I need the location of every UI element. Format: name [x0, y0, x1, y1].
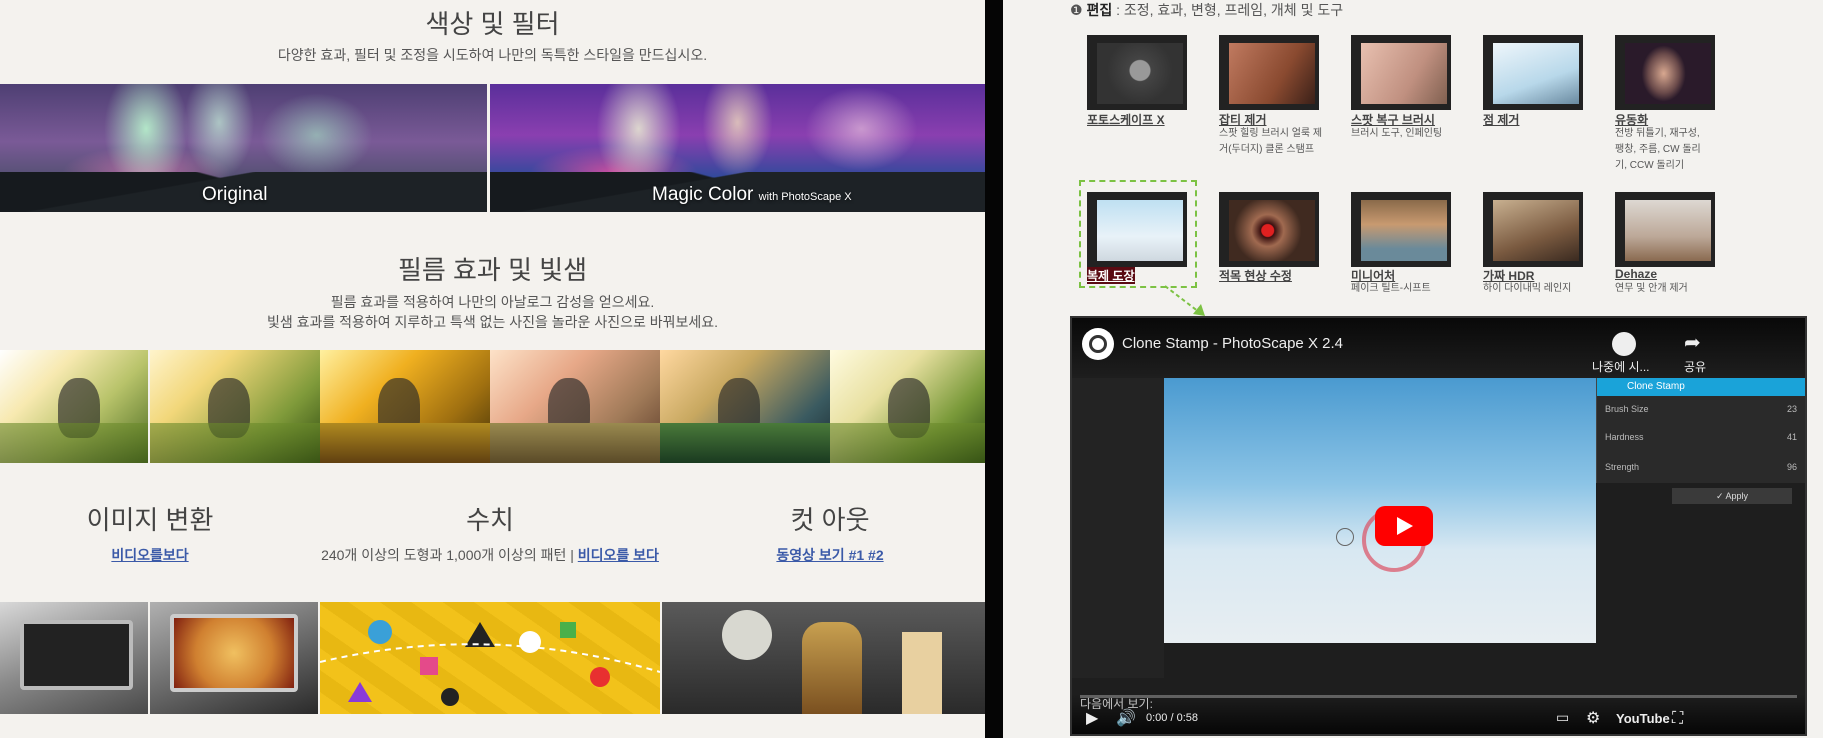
share-label[interactable]: 공유: [1684, 358, 1706, 375]
hardness-label: Hardness: [1605, 432, 1644, 442]
tool-link-red-eye-fix[interactable]: 적목 현상 수정: [1219, 267, 1292, 284]
tool-link-dehaze[interactable]: Dehaze: [1615, 267, 1657, 281]
watch-later-clock-icon[interactable]: [1612, 332, 1636, 356]
tool-desc-dehaze: 연무 및 안개 제거: [1615, 283, 1688, 294]
tool-link-photoscape-x[interactable]: 포토스케이프 X: [1087, 111, 1165, 128]
subtitles-icon[interactable]: ▭: [1556, 709, 1569, 726]
breadcrumb: ❶ 편집 : 조정, 효과, 변형, 프레임, 개체 및 도구: [1070, 2, 1344, 18]
thumb-blemish-removal[interactable]: [1219, 35, 1319, 110]
tool-desc-spot-healing-brush: 브러시 도구, 인페인팅: [1351, 128, 1443, 139]
clone-stamp-panel: Clone Stamp Brush Size 23 Hardness 41 St…: [1596, 378, 1805, 483]
column-title-shapes: 수치: [466, 505, 514, 535]
apply-button: ✓ Apply: [1672, 488, 1792, 504]
watch-videos-link[interactable]: 동영상 보기 #1 #2: [776, 547, 883, 563]
video-progress-bar[interactable]: [1080, 695, 1797, 698]
section-title-film-effects: 필름 효과 및 빛샘: [397, 255, 588, 285]
edit-tools-page: ❶ 편집 : 조정, 효과, 변형, 프레임, 개체 및 도구 포토스케이프 X…: [1003, 0, 1823, 738]
cutout-collage-image: [662, 602, 985, 714]
tool-desc-miniature: 페이크 틸트-시프트: [1351, 283, 1431, 294]
video-time: 0:00 / 0:58: [1146, 712, 1198, 724]
section-text-film-line2: 빛샘 효과를 적용하여 지루하고 특색 없는 사진을 놀라운 사진으로 바꿔보세…: [266, 314, 719, 330]
column-text-shapes: 240개 이상의 도형과 1,000개 이상의 패턴 | 비디오를 보다: [321, 547, 659, 563]
brush-size-label: Brush Size: [1605, 404, 1649, 414]
shapes-pattern-image: [320, 602, 660, 714]
caption-magic-color: Magic Color with PhotoScape X: [652, 184, 852, 205]
film-sample-image: [150, 350, 320, 463]
section-text-film-line1: 필름 효과를 적용하여 나만의 아날로그 감성을 얻으세요.: [330, 294, 655, 310]
watch-video-link[interactable]: 비디오를보다: [111, 547, 188, 563]
thumb-fake-hdr[interactable]: [1483, 192, 1583, 267]
video-title[interactable]: Clone Stamp - PhotoScape X 2.4: [1122, 335, 1343, 352]
clone-source-crosshair: [1336, 528, 1354, 546]
tool-link-clone-stamp[interactable]: 복제 도장: [1087, 267, 1135, 284]
info-icon: ❶: [1070, 2, 1083, 18]
thumb-spot-removal[interactable]: [1483, 35, 1583, 110]
film-sample-image: [0, 350, 148, 463]
column-link-wrap: 동영상 보기 #1 #2: [740, 545, 920, 565]
section-subtitle-color-filters: 다양한 효과, 필터 및 조정을 시도하여 나만의 독특한 스타일을 만드십시오…: [277, 47, 708, 63]
section-title-color-filters: 색상 및 필터: [425, 9, 560, 39]
tool-desc-fake-hdr: 하이 다이내믹 레인지: [1483, 283, 1572, 294]
share-arrow-icon[interactable]: ➦: [1684, 330, 1701, 355]
brush-size-value: 23: [1787, 404, 1798, 414]
settings-gear-icon[interactable]: ⚙: [1586, 708, 1600, 728]
film-sample-image: [320, 350, 490, 463]
channel-avatar[interactable]: [1082, 328, 1114, 360]
thumb-liquify[interactable]: [1615, 35, 1715, 110]
volume-icon[interactable]: 🔊: [1116, 708, 1136, 728]
column-title-cutout: 컷 아웃: [790, 505, 870, 535]
column-link-wrap: 비디오를보다: [60, 545, 240, 565]
photoscape-features-page: 색상 및 필터 다양한 효과, 필터 및 조정을 시도하여 나만의 독특한 스타…: [0, 0, 985, 738]
thumb-miniature[interactable]: [1351, 192, 1451, 267]
fullscreen-icon[interactable]: ⛶: [1672, 710, 1683, 728]
app-left-margin: [1072, 378, 1164, 678]
window-divider: [985, 0, 1003, 738]
dashed-arrow-connector: [1164, 285, 1205, 316]
tool-link-spot-removal[interactable]: 점 제거: [1483, 111, 1519, 128]
thumb-photoscape-x[interactable]: [1087, 35, 1187, 110]
film-sample-image: [660, 350, 830, 463]
aurora-original-image: Original: [0, 84, 487, 212]
laptop-ios-image: [0, 602, 148, 714]
aurora-magic-color-image: Magic Color with PhotoScape X: [490, 84, 985, 212]
youtube-play-button[interactable]: [1375, 506, 1433, 546]
film-sample-image: [490, 350, 660, 463]
film-sample-image: [830, 350, 985, 463]
watch-video-link[interactable]: 비디오를 보다: [578, 547, 659, 563]
strength-label: Strength: [1605, 462, 1640, 472]
tool-desc-blemish-removal: 스팟 힐링 브러시 얼룩 제거(두더지) 클론 스탬프: [1219, 128, 1323, 155]
caption-original: Original: [202, 184, 268, 205]
watch-later-label[interactable]: 나중에 시...: [1592, 358, 1650, 375]
thumb-clone-stamp[interactable]: [1087, 192, 1187, 267]
youtube-logo[interactable]: YouTube: [1616, 711, 1670, 726]
strength-value: 96: [1787, 462, 1798, 472]
play-icon[interactable]: ▶: [1086, 708, 1098, 728]
laptop-pizza-image: [150, 602, 318, 714]
thumb-spot-healing-brush[interactable]: [1351, 35, 1451, 110]
panel-title: Clone Stamp: [1597, 378, 1805, 396]
thumb-red-eye-fix[interactable]: [1219, 192, 1319, 267]
column-title-image-transform: 이미지 변환: [86, 505, 214, 535]
youtube-video-player[interactable]: Clone Stamp - PhotoScape X 2.4 나중에 시... …: [1070, 316, 1807, 736]
hardness-value: 41: [1787, 432, 1798, 442]
thumb-dehaze[interactable]: [1615, 192, 1715, 267]
tool-desc-liquify: 전방 뒤틀기, 재구성, 팽창, 주름, CW 돌리기, CCW 돌리기: [1615, 128, 1701, 171]
